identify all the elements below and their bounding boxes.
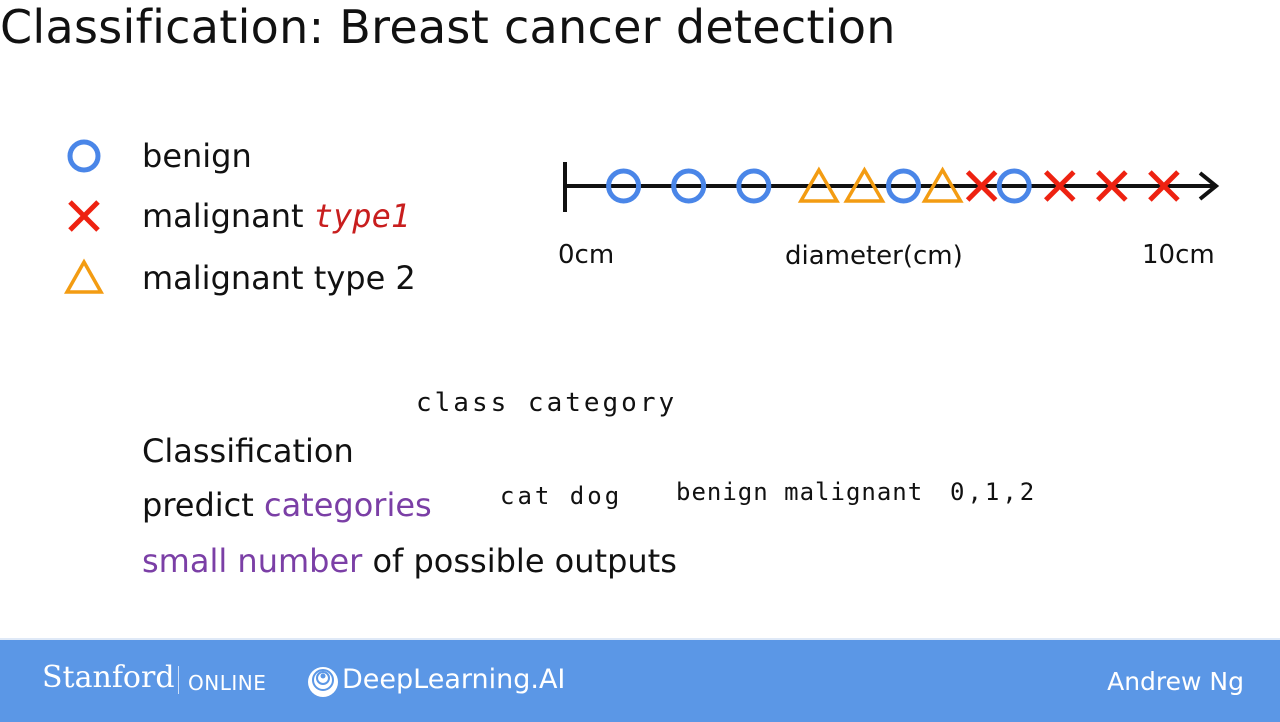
logo-divider xyxy=(178,666,179,694)
deeplearning-text: DeepLearning.AI xyxy=(342,664,566,695)
handwritten-cat-dog: cat dog xyxy=(500,482,623,510)
classification-heading: Classification xyxy=(142,432,354,470)
predict-line: predict categories xyxy=(142,486,432,524)
axis-end-label: 10cm xyxy=(1142,240,1215,270)
axis-start-label: 0cm xyxy=(558,240,615,270)
deeplearning-logo-icon xyxy=(308,667,338,697)
categories-text: categories xyxy=(263,486,432,524)
outputs-text: of possible outputs xyxy=(372,542,677,580)
diameter-axis-chart xyxy=(563,162,1220,212)
predict-text: predict xyxy=(142,486,254,524)
footer-bar: Stanford ONLINE DeepLearning.AI Andrew N… xyxy=(0,638,1280,722)
handwritten-numbers: 0,1,2 xyxy=(950,478,1038,506)
handwritten-class-category: class category xyxy=(416,388,678,418)
author-name: Andrew Ng xyxy=(1107,667,1244,696)
online-label: ONLINE xyxy=(188,671,267,695)
axis-title: diameter(cm) xyxy=(785,241,963,271)
stanford-logo: Stanford xyxy=(42,660,175,695)
outputs-line: small number of possible outputs xyxy=(142,542,677,580)
small-number-text: small number xyxy=(142,542,363,580)
handwritten-benign-malignant: benign malignant xyxy=(676,478,924,506)
